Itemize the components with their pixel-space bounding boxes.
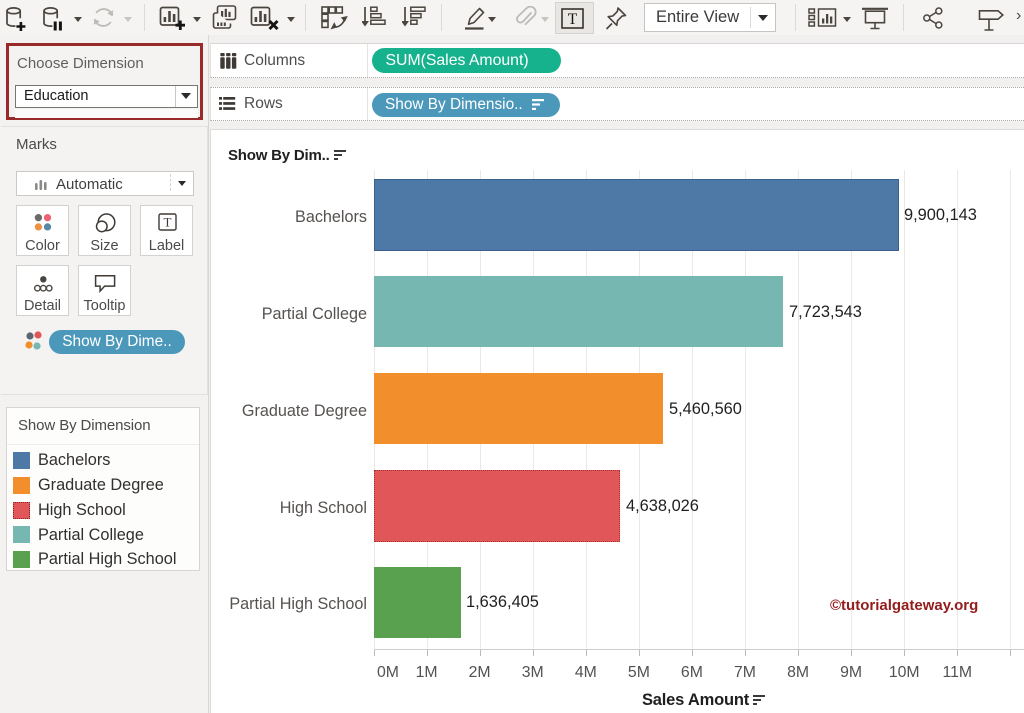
svg-text:T: T: [164, 215, 172, 230]
svg-text:T: T: [568, 11, 578, 28]
